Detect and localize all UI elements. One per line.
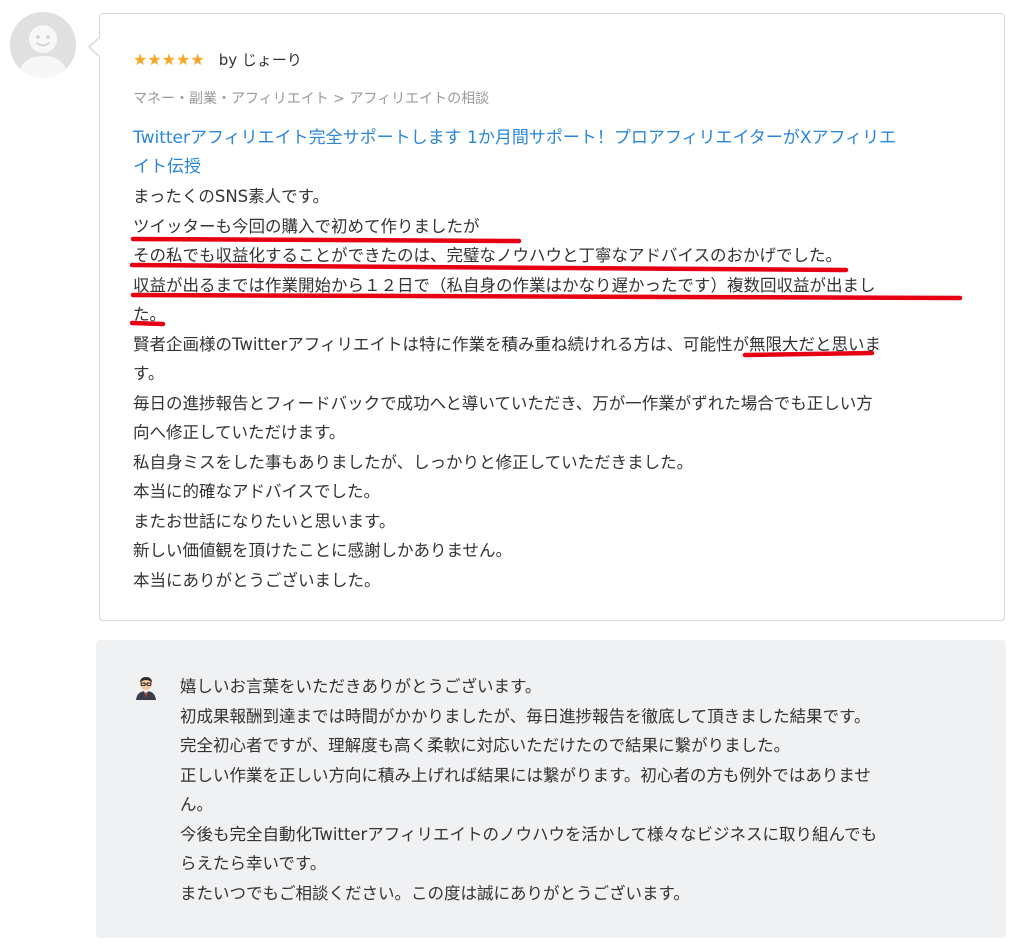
reply-text-line: またいつでもご相談ください。この度は誠にありがとうございます。 xyxy=(180,883,690,903)
reply-text-line: ん。 xyxy=(180,795,213,814)
reply-text-line: 今後も完全自動化Twitterアフィリエイトのノウハウを活かして様々なビジネスに… xyxy=(180,824,878,844)
review-text: まったくのSNS素人です。 ツイッターも今回の購入で初めて作りましたが その私で… xyxy=(133,182,983,595)
review-text-line: 本当に的確なアドバイスでした。 xyxy=(133,482,381,501)
service-title-link[interactable]: Twitterアフィリエイト完全サポートします 1か月間サポート！プロアフィリエ… xyxy=(133,124,973,182)
star-rating-icon: ★★★★★ xyxy=(133,49,205,69)
review-text-line: またお世話になりたいと思います。 xyxy=(133,511,396,531)
reply-text-line: らえたら幸いです。 xyxy=(180,854,327,873)
reply-text-line: 嬉しいお言葉をいただきありがとうございます。 xyxy=(180,677,542,696)
reply-text-line: 正しい作業を正しい方向に積み上げれば結果には繋がります。初心者の方も例外ではあり… xyxy=(180,765,871,785)
seller-avatar-icon[interactable] xyxy=(134,674,158,700)
review-text-line: 毎日の進捗報告とフィードバックで成功へと導いていただき、万が一作業がずれた場合で… xyxy=(133,393,873,413)
reply-text-line: 初成果報酬到達までは時間がかかりましたが、毎日進捗報告を徹底して頂きました結果で… xyxy=(180,706,871,726)
review-text-line: た。 xyxy=(133,305,166,324)
reviewer-avatar-icon[interactable] xyxy=(10,12,76,78)
review-text-line: 私自身ミスをした事もありましたが、しっかりと修正していただきました。 xyxy=(133,452,694,472)
review-text-line: 賢者企画様のTwitterアフィリエイトは特に作業を積み重ね続けれる方は、可能性… xyxy=(133,334,881,354)
seller-reply-text: 嬉しいお言葉をいただきありがとうございます。 初成果報酬到達までは時間がかかりま… xyxy=(180,672,980,908)
service-title-line: Twitterアフィリエイト完全サポートします 1か月間サポート！プロアフィリエ… xyxy=(133,128,897,148)
review-text-line: その私でも収益化することができたのは、完璧なノウハウと丁寧なアドバイスのおかげで… xyxy=(133,246,843,265)
service-category-breadcrumb: マネー・副業・アフィリエイト > アフィリエイトの相談 xyxy=(133,91,490,107)
seller-reply: 嬉しいお言葉をいただきありがとうございます。 初成果報酬到達までは時間がかかりま… xyxy=(96,640,1006,938)
review-text-line: 本当にありがとうございました。 xyxy=(133,570,381,590)
service-title-line: イト伝授 xyxy=(133,157,201,177)
review-text-line: まったくのSNS素人です。 xyxy=(133,187,329,206)
review-text-line: 新しい価値観を頂けたことに感謝しかありません。 xyxy=(133,541,513,560)
review-author: by じょーり xyxy=(218,50,302,69)
review-text-line: 収益が出るまでは作業開始から１２日で（私自身の作業はかなり遅かったです）複数回収… xyxy=(133,275,876,295)
review-text-line: ツイッターも今回の購入で初めて作りましたが xyxy=(133,216,480,236)
review-text-line: 向へ修正していただけます。 xyxy=(133,423,346,442)
rating-row: ★★★★★ by じょーり xyxy=(133,48,302,70)
review-text-line: す。 xyxy=(133,364,165,383)
reply-text-line: 完全初心者ですが、理解度も高く柔軟に対応いただけたので結果に繋がりました。 xyxy=(180,736,791,755)
review-card: ★★★★★ by じょーり マネー・副業・アフィリエイト > アフィリエイトの相… xyxy=(88,13,1005,621)
